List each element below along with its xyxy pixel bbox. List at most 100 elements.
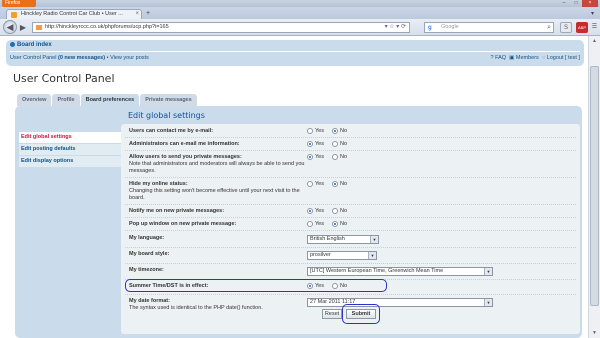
ucp-links: User Control Panel (0 new messages) • Vi… bbox=[10, 55, 149, 61]
search-input[interactable]: g Google ⌕ bbox=[424, 22, 554, 33]
settings-form: Users can contact me by e-mail: Yes No Ad… bbox=[121, 124, 580, 334]
ucp-tabs: Overview Profile Board preferences Priva… bbox=[17, 94, 197, 106]
timezone-select[interactable]: [UTC] Western European Time, Greenwich M… bbox=[307, 267, 493, 276]
scroll-up-icon[interactable]: ▲ bbox=[589, 36, 600, 46]
radio-no-label: No bbox=[339, 154, 348, 160]
firefox-menu-button[interactable]: Firefox bbox=[2, 0, 36, 7]
setting-label: Administrators can e-mail me information… bbox=[129, 141, 240, 147]
maximize-button[interactable]: □ bbox=[570, 0, 582, 7]
radio-yes-label: Yes bbox=[315, 181, 324, 187]
date-format-description: The syntax used is identical to the PHP … bbox=[129, 305, 263, 311]
chevron-down-icon: ▼ bbox=[484, 268, 492, 275]
radio-yes[interactable] bbox=[307, 128, 313, 134]
radio-yes[interactable] bbox=[307, 221, 313, 227]
scrollbar[interactable]: ▲ ▼ bbox=[588, 36, 600, 338]
new-messages-link[interactable]: (0 new messages) bbox=[58, 55, 105, 61]
submit-highlight bbox=[342, 304, 380, 324]
panel-title: Edit global settings bbox=[128, 111, 205, 120]
forward-button[interactable]: ▶ bbox=[18, 22, 28, 33]
tab-private-messages[interactable]: Private messages bbox=[140, 94, 197, 106]
tab-board-preferences[interactable]: Board preferences bbox=[80, 94, 140, 106]
radio-group: Yes No bbox=[307, 141, 355, 147]
faq-icon: ? bbox=[490, 55, 494, 61]
menu-edit-posting-defaults[interactable]: Edit posting defaults bbox=[19, 144, 123, 155]
setting-description: Note that administrators and moderators … bbox=[129, 161, 305, 174]
view-posts-link[interactable]: • View your posts bbox=[107, 55, 149, 61]
address-bar[interactable]: http://hinckleyrccc.co.uk/phpforums/ucp.… bbox=[32, 22, 410, 33]
radio-group: Yes No bbox=[307, 208, 355, 214]
radio-group: Yes No bbox=[307, 154, 355, 160]
dst-highlight bbox=[125, 279, 387, 292]
radio-yes-label: Yes bbox=[315, 221, 324, 227]
menu-edit-display-options[interactable]: Edit display options bbox=[19, 156, 123, 167]
new-tab-button[interactable]: + bbox=[146, 10, 156, 18]
radio-yes[interactable] bbox=[307, 181, 313, 187]
language-select[interactable]: British English ▼ bbox=[307, 235, 379, 244]
faq-link[interactable]: FAQ bbox=[495, 55, 506, 61]
radio-group: Yes No bbox=[307, 221, 355, 227]
logout-link[interactable]: Logout [ test ] bbox=[547, 55, 580, 61]
row-divider bbox=[125, 177, 576, 178]
radio-yes[interactable] bbox=[307, 208, 313, 214]
language-label: My language: bbox=[129, 235, 165, 241]
radio-yes[interactable] bbox=[307, 141, 313, 147]
web-page: Board index User Control Panel (0 new me… bbox=[0, 36, 588, 338]
setting-label-text: Allow users to send you private messages… bbox=[129, 154, 242, 160]
radio-yes[interactable] bbox=[307, 154, 313, 160]
favicon-icon bbox=[11, 12, 17, 18]
scroll-down-icon[interactable]: ▼ bbox=[589, 328, 600, 338]
setting-label: Allow users to send you private messages… bbox=[129, 154, 307, 175]
timezone-value: [UTC] Western European Time, Greenwich M… bbox=[310, 268, 444, 274]
date-format-select[interactable]: 27 Mar 2011 11:17 ▼ bbox=[307, 298, 493, 307]
reset-button[interactable]: Reset bbox=[322, 309, 342, 319]
language-value: British English bbox=[310, 236, 345, 242]
radio-no[interactable] bbox=[331, 128, 338, 134]
radio-group: Yes No bbox=[307, 128, 355, 134]
radio-no[interactable] bbox=[331, 208, 338, 214]
radio-no[interactable] bbox=[331, 154, 338, 160]
radio-no-label: No bbox=[339, 208, 348, 214]
url-bar-icons[interactable]: ▾ ☆ ▾ ⟳ bbox=[385, 23, 406, 32]
row-divider bbox=[125, 137, 576, 138]
members-link[interactable]: Members bbox=[516, 55, 539, 61]
style-select[interactable]: prosilver ▼ bbox=[307, 251, 377, 260]
adblock-icon[interactable]: ABP bbox=[576, 22, 588, 33]
chevron-down-icon: ▼ bbox=[484, 299, 492, 306]
tab-close-icon[interactable]: × bbox=[135, 10, 139, 19]
setting-label: Notify me on new private messages: bbox=[129, 208, 225, 214]
chevron-down-icon: ▼ bbox=[368, 252, 376, 259]
close-window-button[interactable]: × bbox=[582, 0, 598, 7]
google-icon: g bbox=[428, 25, 432, 31]
url-text: http://hinckleyrccc.co.uk/phpforums/ucp.… bbox=[45, 24, 169, 30]
tab-list-icon[interactable]: ▾ bbox=[591, 10, 594, 17]
extension-s-icon[interactable]: S bbox=[560, 22, 572, 33]
search-placeholder: Google bbox=[441, 24, 459, 30]
radio-no-label: No bbox=[339, 128, 348, 134]
forum-navbar: Board index User Control Panel (0 new me… bbox=[6, 40, 584, 66]
menu-icon[interactable]: ☰ bbox=[591, 22, 598, 33]
ucp-link[interactable]: User Control Panel bbox=[10, 55, 56, 61]
tab-profile[interactable]: Profile bbox=[52, 94, 80, 106]
date-format-control: 27 Mar 2011 11:17 ▼ bbox=[307, 298, 493, 307]
scroll-thumb[interactable] bbox=[590, 66, 599, 306]
menu-edit-global-settings[interactable]: Edit global settings bbox=[19, 132, 123, 143]
chevron-down-icon: ▼ bbox=[370, 236, 378, 243]
row-divider bbox=[125, 263, 576, 264]
back-button[interactable]: ◀ bbox=[3, 20, 17, 34]
radio-no[interactable] bbox=[331, 221, 338, 227]
browser-tab[interactable]: Hinckley Radio Control Car Club • User .… bbox=[6, 9, 142, 19]
row-divider bbox=[125, 230, 576, 231]
date-format-label: My date format: The syntax used is ident… bbox=[129, 298, 307, 312]
board-index-link[interactable]: Board index bbox=[10, 42, 52, 48]
setting-label: Pop up window on new private message: bbox=[129, 221, 237, 227]
search-icon[interactable]: ⌕ bbox=[547, 23, 551, 32]
tab-title: Hinckley Radio Control Car Club • User .… bbox=[21, 11, 123, 17]
radio-no-label: No bbox=[339, 141, 348, 147]
radio-no[interactable] bbox=[331, 141, 338, 147]
members-icon: ▣ bbox=[507, 55, 515, 61]
tab-overview[interactable]: Overview bbox=[17, 94, 52, 106]
row-divider bbox=[125, 217, 576, 218]
radio-no[interactable] bbox=[331, 181, 338, 187]
setting-label: Hide my online status: Changing this set… bbox=[129, 181, 307, 202]
minimize-button[interactable]: – bbox=[558, 0, 570, 7]
